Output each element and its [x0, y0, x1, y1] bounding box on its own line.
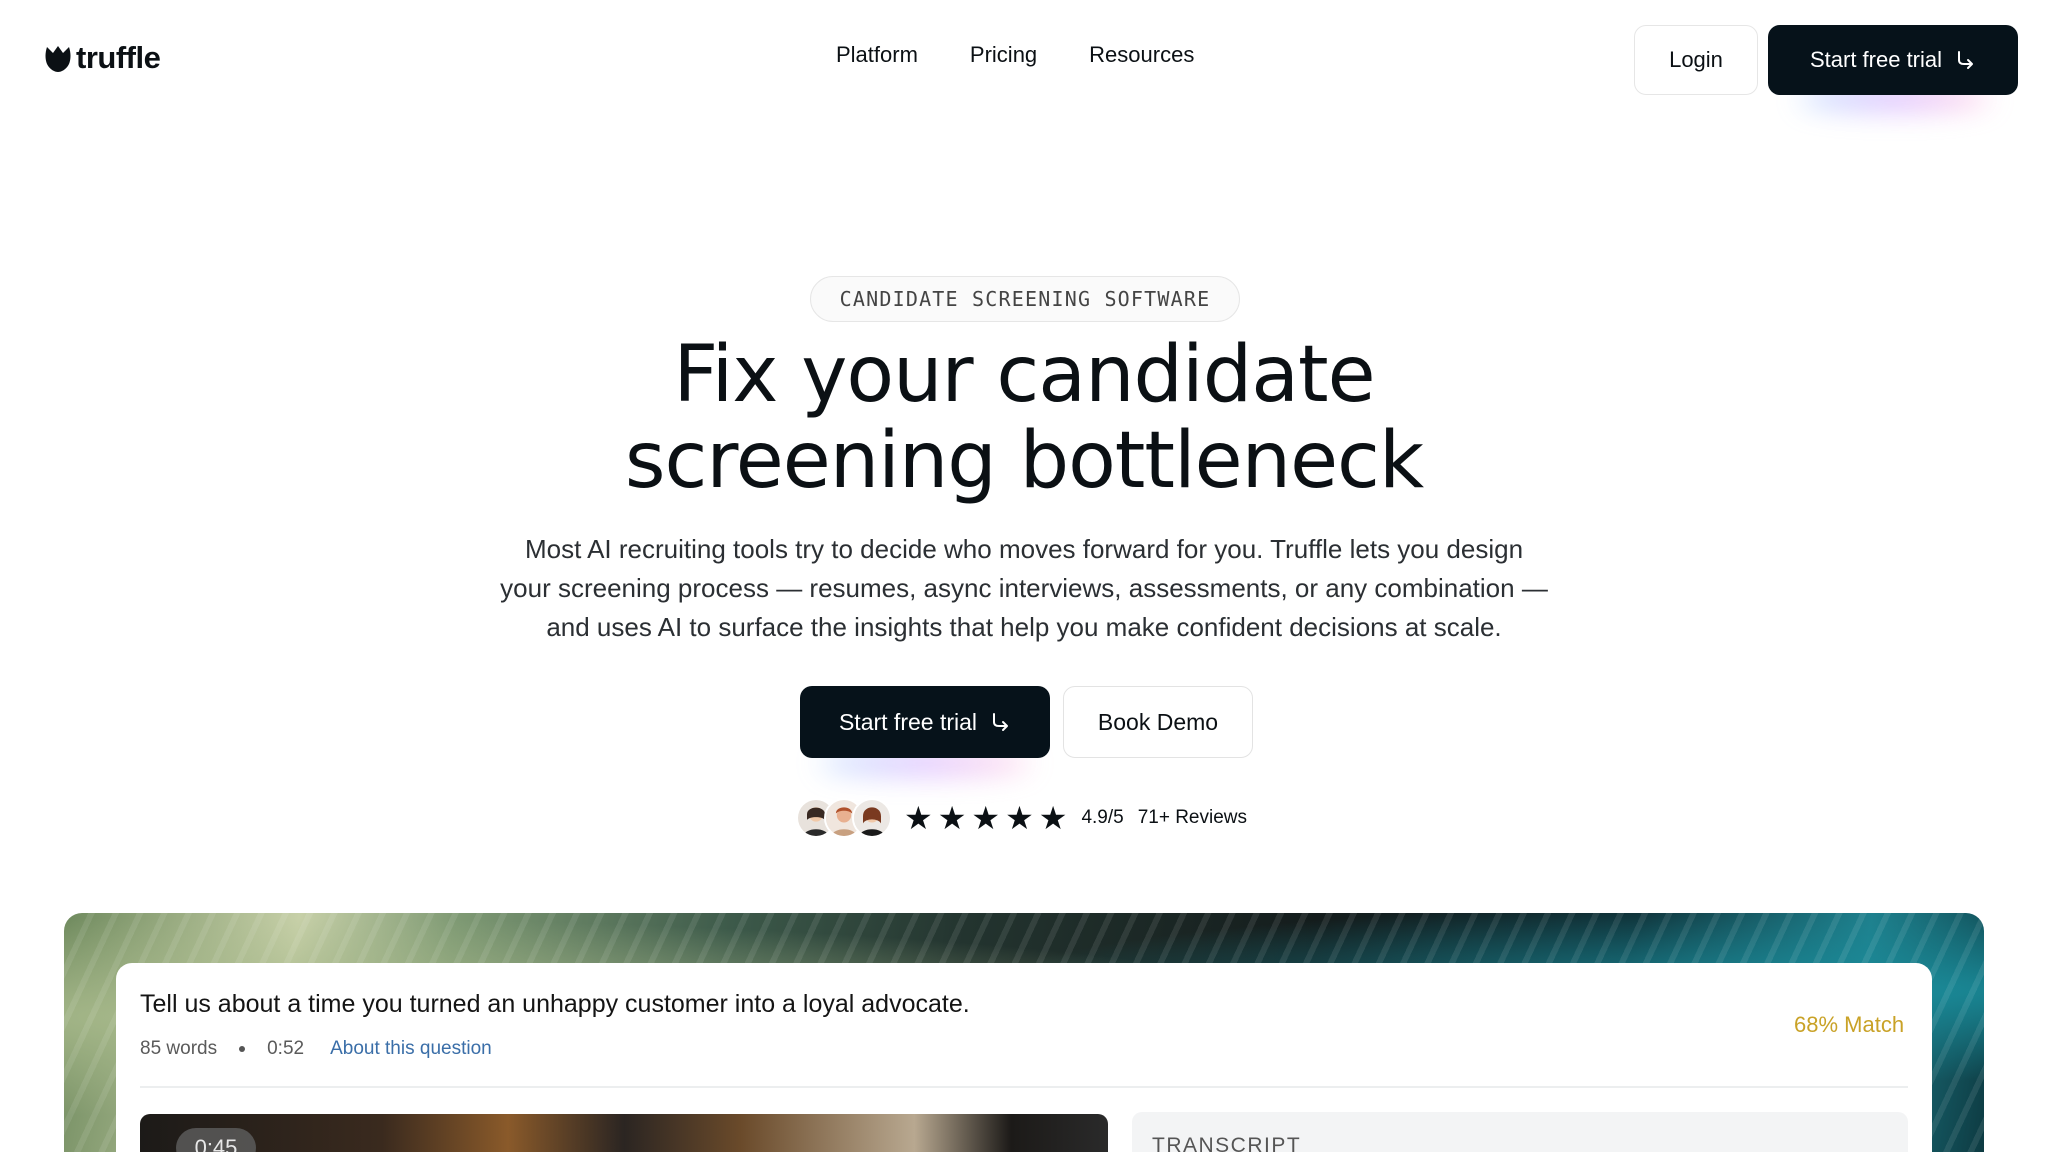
interview-question: Tell us about a time you turned an unhap… [140, 990, 970, 1018]
reviewer-avatars [796, 798, 892, 838]
hero-start-trial-label: Start free trial [838, 708, 978, 735]
video-timer: 0:45 [176, 1128, 256, 1152]
avatar [852, 798, 892, 838]
headline-line-2: screening bottleneck [624, 416, 1424, 506]
transcript-label: TRANSCRIPT [1152, 1134, 1302, 1152]
page-title: Fix your candidate screening bottleneck [0, 332, 2048, 504]
review-count[interactable]: 71+ Reviews [1138, 807, 1247, 829]
word-count: 85 words [140, 1038, 218, 1059]
subtext-line-2: your screening process — resumes, async … [500, 573, 1548, 603]
star-icon: ★ [971, 800, 1001, 836]
divider [140, 1086, 1908, 1088]
nav-link-platform[interactable]: Platform [836, 42, 918, 68]
star-icon: ★ [1038, 800, 1068, 836]
video-timer-text: 0:45 [194, 1135, 238, 1152]
top-nav: truffle Platform Pricing Resources Login… [0, 0, 2048, 116]
eyebrow-badge: CANDIDATE SCREENING SOFTWARE [810, 276, 1240, 322]
rating-value: 4.9/5 [1081, 807, 1124, 828]
match-score: 68% Match [1794, 1012, 1905, 1037]
book-demo-label: Book Demo [1097, 708, 1219, 735]
star-icon: ★ [904, 800, 933, 836]
truffle-logo-icon [45, 46, 71, 72]
separator-dot [239, 1046, 246, 1052]
question-meta: 85 words 0:52 About this question [140, 1038, 492, 1060]
video-player[interactable] [140, 1114, 1108, 1152]
nav-links: Platform Pricing Resources [836, 42, 1194, 68]
nav-start-trial-label: Start free trial [1809, 47, 1943, 72]
arrow-down-right-icon [1958, 51, 1974, 69]
logo[interactable]: truffle [44, 40, 161, 76]
nav-link-resources[interactable]: Resources [1089, 42, 1194, 68]
eyebrow-text: CANDIDATE SCREENING SOFTWARE [839, 287, 1211, 311]
arrow-down-right-icon [993, 713, 1009, 731]
subtext-line-1: Most AI recruiting tools try to decide w… [524, 534, 1524, 564]
hero-subtext: Most AI recruiting tools try to decide w… [494, 530, 1554, 647]
answer-duration: 0:52 [267, 1038, 305, 1059]
star-icon: ★ [937, 800, 967, 836]
book-demo-button[interactable]: Book Demo [1063, 686, 1253, 758]
star-rating: ★ ★ ★ ★ ★ [904, 802, 1067, 834]
social-proof: ★ ★ ★ ★ ★ 4.9/5 71+ Reviews [796, 796, 1247, 840]
star-icon: ★ [1005, 800, 1034, 836]
subtext-line-3: and uses AI to surface the insights that… [546, 612, 1502, 642]
logo-text: truffle [76, 40, 161, 75]
login-button[interactable]: Login [1634, 25, 1758, 95]
nav-link-pricing[interactable]: Pricing [970, 42, 1037, 68]
login-button-label: Login [1669, 47, 1723, 72]
hero-start-trial-button[interactable]: Start free trial [800, 686, 1050, 758]
headline-line-1: Fix your candidate [673, 330, 1375, 420]
nav-start-trial-button[interactable]: Start free trial [1768, 25, 2018, 95]
about-question-link[interactable]: About this question [330, 1038, 492, 1060]
